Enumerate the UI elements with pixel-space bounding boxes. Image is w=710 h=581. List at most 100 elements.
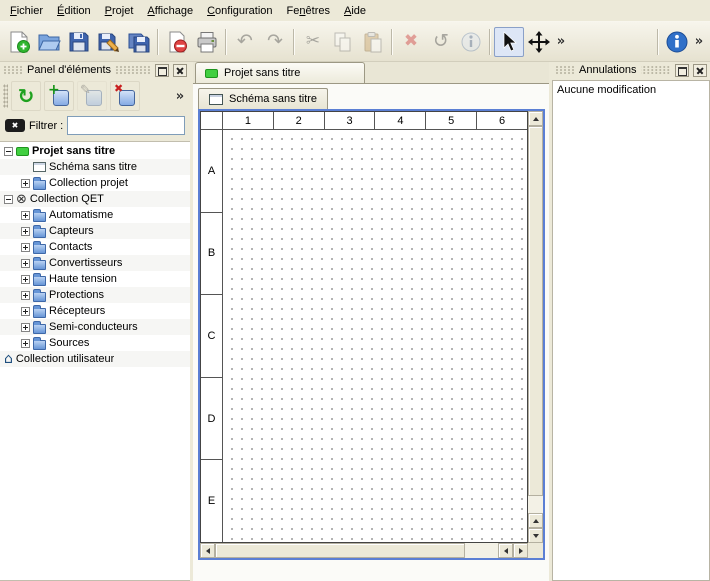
element-info-button[interactable] bbox=[456, 27, 486, 57]
redo-icon: ↷ bbox=[267, 32, 283, 51]
vertical-scroll-thumb[interactable] bbox=[528, 126, 543, 496]
left-arrow-icon bbox=[206, 548, 210, 554]
expand-icon[interactable] bbox=[21, 243, 30, 252]
tree-item-collection-utilisateur[interactable]: ⌂ Collection utilisateur bbox=[0, 351, 190, 367]
print-button[interactable] bbox=[192, 27, 222, 57]
project-icon bbox=[16, 147, 29, 156]
diagram-tab-label: Schéma sans titre bbox=[229, 93, 317, 105]
menu-fichier[interactable]: Fichier bbox=[3, 0, 50, 21]
expand-icon[interactable] bbox=[21, 323, 30, 332]
move-tool-button[interactable] bbox=[524, 27, 554, 57]
tree-item-protections[interactable]: Protections bbox=[0, 287, 190, 303]
toolbar-extension-button[interactable]: » bbox=[692, 35, 706, 48]
undo-panel-title-bar[interactable]: Annulations bbox=[552, 62, 710, 77]
tree-item-recepteurs[interactable]: Récepteurs bbox=[0, 303, 190, 319]
scroll-left-button-right[interactable] bbox=[498, 543, 513, 558]
collapse-icon[interactable] bbox=[4, 195, 13, 204]
scroll-up-button[interactable] bbox=[528, 111, 543, 126]
redo-button[interactable]: ↷ bbox=[260, 27, 290, 57]
refresh-icon: ↻ bbox=[18, 86, 35, 106]
close-panel-button[interactable] bbox=[693, 64, 707, 77]
toolbar-overflow-button[interactable]: » bbox=[554, 35, 568, 48]
menu-projet[interactable]: Projet bbox=[98, 0, 141, 21]
scroll-left-button[interactable] bbox=[200, 543, 215, 558]
filter-input[interactable] bbox=[67, 116, 185, 135]
menu-aide[interactable]: Aide bbox=[337, 0, 373, 21]
dock-handle[interactable] bbox=[641, 66, 672, 74]
tree-item-automatisme[interactable]: Automatisme bbox=[0, 207, 190, 223]
tree-item-capteurs[interactable]: Capteurs bbox=[0, 223, 190, 239]
tree-item-collection-projet[interactable]: Collection projet bbox=[0, 175, 190, 191]
tree-item-convertisseurs[interactable]: Convertisseurs bbox=[0, 255, 190, 271]
dock-handle[interactable] bbox=[3, 66, 23, 74]
new-file-button[interactable] bbox=[4, 27, 34, 57]
scroll-right-button[interactable] bbox=[513, 543, 528, 558]
rotate-button[interactable]: ↺ bbox=[426, 27, 456, 57]
panel-overflow-button[interactable]: » bbox=[173, 90, 187, 103]
new-element-button[interactable]: + bbox=[44, 81, 74, 111]
tree-item-project[interactable]: Projet sans titre bbox=[0, 143, 190, 159]
collapse-icon[interactable] bbox=[4, 147, 13, 156]
workspace: Projet sans titre Schéma sans titre 1 2 bbox=[193, 62, 549, 581]
menu-configuration[interactable]: Configuration bbox=[200, 0, 279, 21]
expand-icon[interactable] bbox=[21, 339, 30, 348]
tree-item-collection-qet[interactable]: ⊗ Collection QET bbox=[0, 191, 190, 207]
float-panel-button[interactable] bbox=[155, 64, 169, 77]
menu-edition[interactable]: Édition bbox=[50, 0, 98, 21]
tree-item-haute-tension[interactable]: Haute tension bbox=[0, 271, 190, 287]
expand-icon[interactable] bbox=[21, 307, 30, 316]
row-header: D bbox=[201, 378, 223, 461]
tree-item-contacts[interactable]: Contacts bbox=[0, 239, 190, 255]
horizontal-scrollbar[interactable] bbox=[200, 543, 528, 558]
menu-affichage[interactable]: Affichage bbox=[140, 0, 200, 21]
close-file-button[interactable] bbox=[162, 27, 192, 57]
elements-panel-dock: Panel d'éléments ↻ + ✎ ✖ » ✖ Filtrer : bbox=[0, 62, 190, 581]
paste-button[interactable] bbox=[358, 27, 388, 57]
save-as-button[interactable] bbox=[94, 27, 124, 57]
scroll-down-button[interactable] bbox=[528, 528, 543, 543]
elements-panel-title-bar[interactable]: Panel d'éléments bbox=[0, 62, 190, 77]
save-button[interactable] bbox=[64, 27, 94, 57]
scroll-up-button-bottom[interactable] bbox=[528, 513, 543, 528]
new-file-icon bbox=[7, 30, 31, 54]
vertical-scrollbar[interactable] bbox=[528, 111, 543, 543]
delete-button[interactable]: ✖ bbox=[396, 27, 426, 57]
tab-schema-sans-titre[interactable]: Schéma sans titre bbox=[198, 88, 328, 109]
delete-element-button[interactable]: ✖ bbox=[110, 81, 140, 111]
expand-icon[interactable] bbox=[21, 211, 30, 220]
expand-icon[interactable] bbox=[21, 259, 30, 268]
toolbar-separator bbox=[157, 29, 159, 55]
cut-button[interactable]: ✂ bbox=[298, 27, 328, 57]
dock-handle[interactable] bbox=[115, 66, 151, 74]
tree-item-schema[interactable]: Schéma sans titre bbox=[0, 159, 190, 175]
expand-icon[interactable] bbox=[21, 227, 30, 236]
tree-item-sources[interactable]: Sources bbox=[0, 335, 190, 351]
open-file-button[interactable] bbox=[34, 27, 64, 57]
toolbar-handle[interactable] bbox=[3, 84, 8, 108]
clear-filter-icon[interactable]: ✖ bbox=[5, 119, 25, 132]
close-panel-button[interactable] bbox=[173, 64, 187, 77]
project-tab-bar: Projet sans titre bbox=[193, 62, 549, 84]
save-all-button[interactable] bbox=[124, 27, 154, 57]
reload-collections-button[interactable]: ↻ bbox=[11, 81, 41, 111]
expand-icon[interactable] bbox=[21, 179, 30, 188]
undo-button[interactable]: ↶ bbox=[230, 27, 260, 57]
expand-icon[interactable] bbox=[21, 275, 30, 284]
open-folder-icon bbox=[37, 30, 61, 54]
tree-item-semi-conducteurs[interactable]: Semi-conducteurs bbox=[0, 319, 190, 335]
dock-handle[interactable] bbox=[555, 66, 575, 74]
rotate-icon: ↺ bbox=[433, 32, 449, 51]
select-tool-button[interactable] bbox=[494, 27, 524, 57]
horizontal-scroll-thumb[interactable] bbox=[215, 543, 465, 558]
expand-icon[interactable] bbox=[21, 291, 30, 300]
scrollbar-corner bbox=[528, 543, 543, 558]
copy-button[interactable] bbox=[328, 27, 358, 57]
menu-fenetres[interactable]: Fenêtres bbox=[280, 0, 337, 21]
cut-icon: ✂ bbox=[306, 33, 320, 50]
diagram-canvas[interactable] bbox=[223, 130, 527, 542]
undo-history-list[interactable]: Aucune modification bbox=[552, 80, 710, 581]
edit-element-button[interactable]: ✎ bbox=[77, 81, 107, 111]
tab-projet-sans-titre[interactable]: Projet sans titre bbox=[195, 62, 365, 83]
float-panel-button[interactable] bbox=[675, 64, 689, 77]
info-button[interactable] bbox=[662, 27, 692, 57]
